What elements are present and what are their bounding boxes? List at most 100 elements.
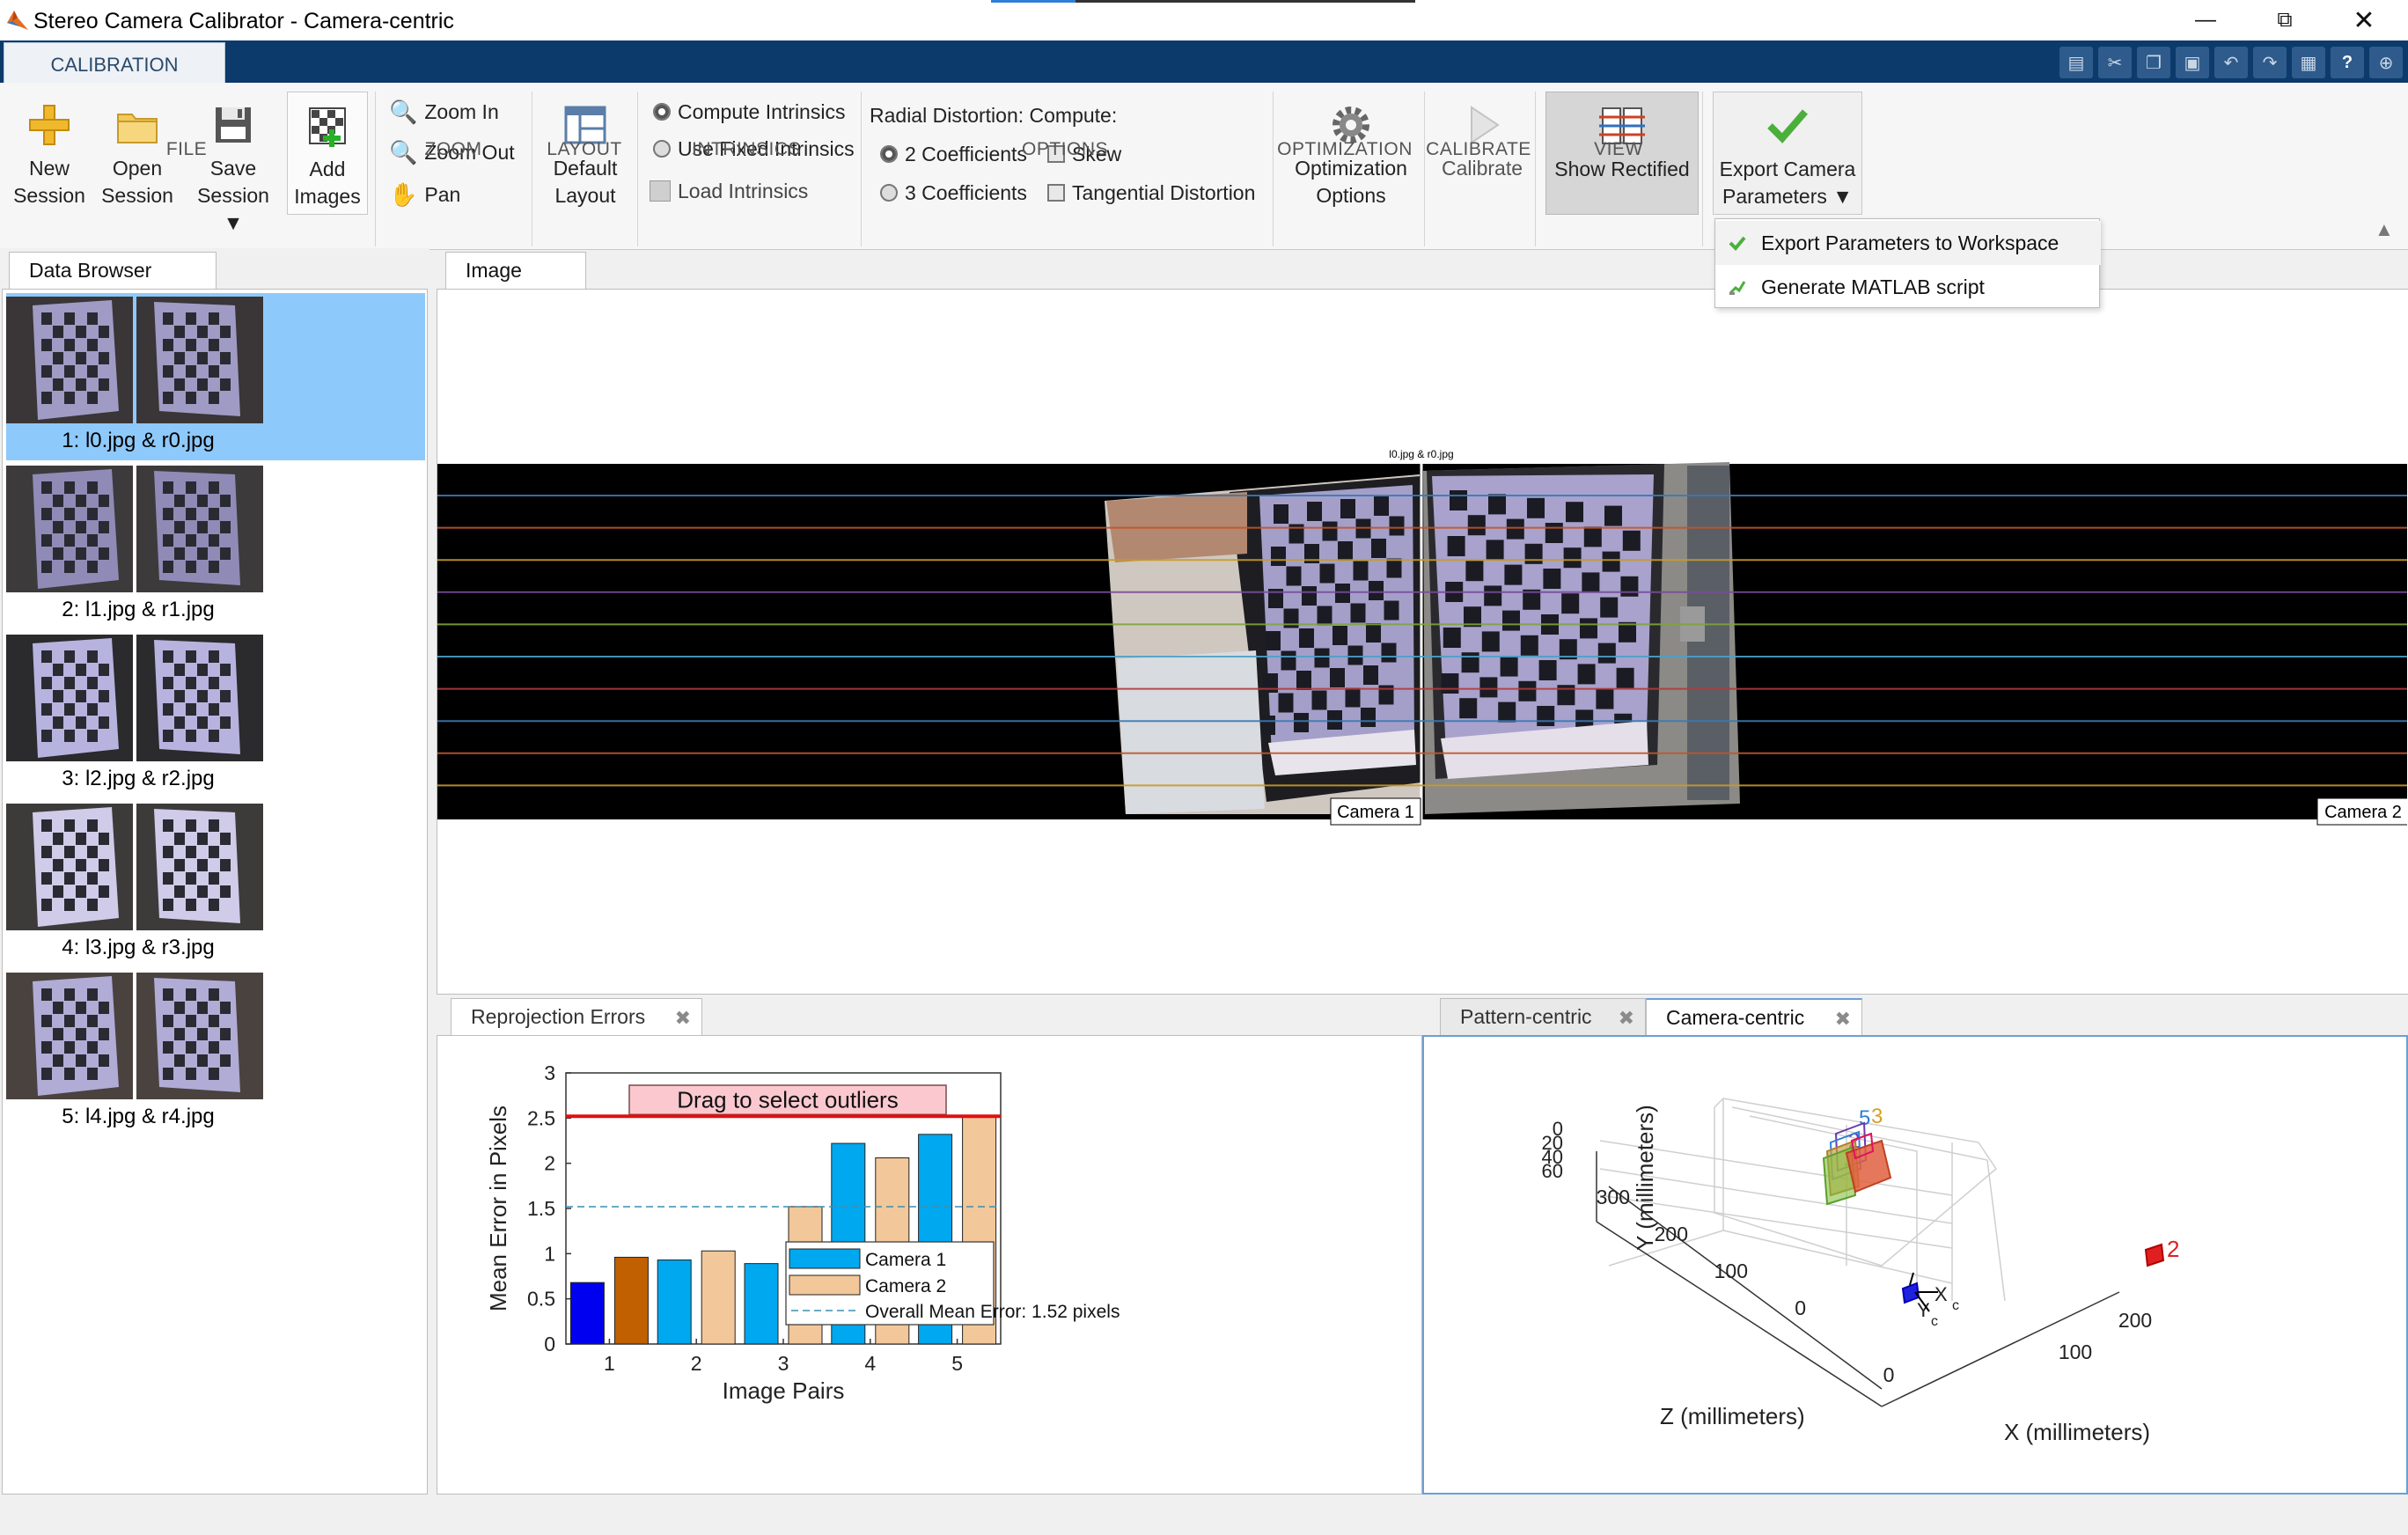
redo-icon[interactable]: ↷ bbox=[2253, 47, 2287, 78]
undo-icon[interactable]: ↶ bbox=[2214, 47, 2248, 78]
z-tick-label: 200 bbox=[1655, 1223, 1688, 1245]
reprojection-bar-chart[interactable]: 0 0.5 1 1.5 2 2.5 3 1 2 3 4 5 Image Pairs Mean Error … bbox=[437, 1036, 1421, 1494]
x-tick-label: 2 bbox=[691, 1352, 702, 1375]
tab-pattern-centric[interactable]: Pattern-centric ✖ bbox=[1440, 998, 1646, 1035]
copy-icon[interactable]: ❐ bbox=[2137, 47, 2170, 78]
save-icon[interactable]: ▤ bbox=[2059, 47, 2093, 78]
export-camera-parameters-button[interactable]: Export Camera Parameters ▼ bbox=[1713, 92, 1862, 215]
compute-intrinsics-radio[interactable]: Compute Intrinsics bbox=[653, 97, 845, 127]
tab-data-browser[interactable]: Data Browser bbox=[9, 252, 217, 289]
legend-swatch bbox=[789, 1274, 861, 1296]
title-bar: Stereo Camera Calibrator - Camera-centri… bbox=[0, 0, 2408, 40]
export-label-2: Parameters ▼ bbox=[1714, 183, 1861, 210]
checker-square bbox=[1335, 584, 1350, 603]
checker-square bbox=[1327, 710, 1342, 730]
checker-square bbox=[1537, 706, 1555, 726]
dropdown-arrow-icon: ▼ bbox=[223, 211, 244, 234]
checker-square bbox=[1518, 680, 1537, 701]
bar-camera1[interactable] bbox=[569, 1282, 605, 1345]
bar-camera2[interactable] bbox=[701, 1250, 736, 1345]
window-layout-icon[interactable]: ▦ bbox=[2292, 47, 2325, 78]
bar-camera1[interactable] bbox=[744, 1263, 779, 1345]
checker-square bbox=[1281, 650, 1296, 671]
separator bbox=[637, 92, 638, 246]
save-session-label-text: Session bbox=[197, 184, 269, 207]
y-axis-label: Y (millimeters) bbox=[1632, 1105, 1658, 1251]
left-thumbnail bbox=[6, 804, 133, 930]
image-pair-item[interactable]: 2: l1.jpg & r1.jpg bbox=[6, 462, 425, 629]
camera-x-subscript: c bbox=[1952, 1298, 1959, 1313]
bar-camera2[interactable] bbox=[613, 1256, 649, 1345]
menu-export-to-workspace[interactable]: Export Parameters to Workspace bbox=[1715, 221, 2101, 265]
data-browser-panel: 1: l0.jpg & r0.jpg 2: l1.jpg & r1.jpg 3: l… bbox=[2, 289, 428, 1495]
load-intrinsics-button[interactable]: Load Intrinsics bbox=[650, 176, 808, 206]
close-tab-icon[interactable]: ✖ bbox=[675, 1007, 691, 1030]
help-icon[interactable]: ? bbox=[2331, 47, 2364, 78]
tab-camera-centric[interactable]: Camera-centric ✖ bbox=[1646, 998, 1862, 1035]
close-icon: ✕ bbox=[2353, 5, 2375, 35]
checker-square bbox=[1260, 716, 1275, 735]
separator bbox=[1273, 92, 1274, 246]
paste-icon[interactable]: ▣ bbox=[2176, 47, 2209, 78]
cut-icon[interactable]: ✂ bbox=[2098, 47, 2132, 78]
camera2-label: Camera 2 bbox=[2324, 803, 2402, 822]
extrinsics-3d-plot[interactable]: 020406030020010000100200Y (millimeters)Z… bbox=[1424, 1037, 2406, 1493]
reprojection-tab-label: Reprojection Errors bbox=[471, 1005, 646, 1028]
checker-square bbox=[1338, 541, 1353, 561]
section-calibrate: CALIBRATE bbox=[1426, 139, 1531, 159]
checker-square bbox=[1577, 664, 1596, 685]
checker-square bbox=[1322, 521, 1338, 541]
separator bbox=[861, 92, 862, 246]
x-tick-label: 4 bbox=[864, 1352, 876, 1375]
y-tick-label: 2.5 bbox=[527, 1106, 555, 1129]
tangential-distortion-checkbox[interactable]: Tangential Distortion bbox=[1047, 178, 1255, 208]
close-tab-icon[interactable]: ✖ bbox=[1835, 1008, 1851, 1031]
left-thumbnail bbox=[6, 297, 133, 423]
checker-square bbox=[1347, 645, 1363, 665]
bar-camera1[interactable] bbox=[657, 1260, 692, 1345]
right-thumbnail bbox=[136, 804, 263, 930]
separator bbox=[1424, 92, 1425, 246]
pan-button[interactable]: ✋ Pan bbox=[389, 180, 460, 209]
menu-generate-matlab-script[interactable]: Generate MATLAB script bbox=[1715, 265, 2101, 309]
rectified-image-view[interactable]: l0.jpg & r0.jpg Camera 1 Camera 2 bbox=[437, 290, 2407, 994]
checker-square bbox=[1506, 518, 1524, 540]
expand-icon[interactable]: ⊕ bbox=[2369, 47, 2403, 78]
checker-square bbox=[1563, 547, 1582, 569]
active-indicator bbox=[991, 0, 1076, 3]
checkmark-icon bbox=[1729, 236, 1746, 251]
x-tick-label: 5 bbox=[951, 1352, 963, 1375]
x-tick-label: 200 bbox=[2118, 1309, 2152, 1332]
section-layout: LAYOUT bbox=[547, 139, 622, 159]
tab-image[interactable]: Image bbox=[445, 252, 586, 289]
menu-item-label: Export Parameters to Workspace bbox=[1761, 231, 2059, 254]
camera-centric-label: Camera-centric bbox=[1666, 1005, 1805, 1029]
checker-square bbox=[1527, 497, 1545, 518]
tab-reprojection-errors[interactable]: Reprojection Errors ✖ bbox=[451, 998, 702, 1035]
tab-calibration[interactable]: CALIBRATION bbox=[4, 42, 225, 86]
minimize-button[interactable]: — bbox=[2170, 0, 2241, 40]
close-tab-icon[interactable]: ✖ bbox=[1619, 1007, 1634, 1030]
checker-square bbox=[1582, 572, 1600, 593]
checker-square bbox=[1498, 701, 1516, 723]
checker-square bbox=[1266, 631, 1281, 650]
zoom-in-label: Zoom In bbox=[424, 99, 499, 123]
close-window-button[interactable]: ✕ bbox=[2329, 0, 2399, 40]
collapse-toolstrip-icon[interactable]: ▲ bbox=[2375, 218, 2394, 241]
checker-square bbox=[1371, 539, 1386, 558]
three-coefficients-radio[interactable]: 3 Coefficients bbox=[880, 178, 1027, 208]
checker-square bbox=[1502, 610, 1520, 631]
checker-square bbox=[1374, 496, 1389, 516]
image-pair-item[interactable]: 1: l0.jpg & r0.jpg bbox=[6, 293, 425, 460]
checker-square bbox=[1604, 505, 1622, 526]
image-pair-item[interactable]: 4: l3.jpg & r3.jpg bbox=[6, 800, 425, 967]
checker-square bbox=[1363, 665, 1378, 685]
zoom-in-button[interactable]: 🔍 Zoom In bbox=[389, 97, 499, 127]
legend-label: Camera 1 bbox=[865, 1250, 946, 1270]
image-pair-item[interactable]: 3: l2.jpg & r2.jpg bbox=[6, 631, 425, 798]
default-layout-label-2: Layout bbox=[554, 184, 616, 207]
reprojection-errors-panel: 0 0.5 1 1.5 2 2.5 3 1 2 3 4 5 Image Pairs Mean Error … bbox=[437, 1035, 1422, 1495]
image-pair-item[interactable]: 5: l4.jpg & r4.jpg bbox=[6, 969, 425, 1136]
checker-square bbox=[1332, 626, 1347, 645]
restore-button[interactable]: ⧉ bbox=[2250, 0, 2320, 40]
